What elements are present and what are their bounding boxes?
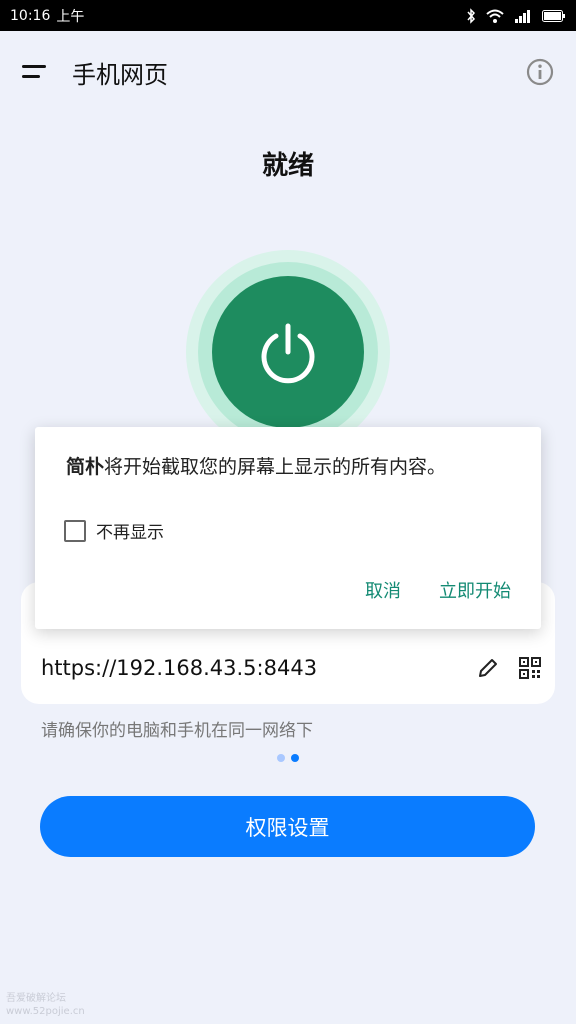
status-ampm: 上午: [56, 8, 85, 25]
page-indicator: [277, 754, 299, 762]
signal-icon: [515, 9, 530, 23]
server-url: https://192.168.43.5:8443: [41, 656, 318, 680]
dialog-message: 简朴将开始截取您的屏幕上显示的所有内容。: [66, 452, 446, 479]
screen-capture-dialog: 简朴将开始截取您的屏幕上显示的所有内容。 不再显示 取消 立即开始: [35, 427, 541, 629]
watermark: 吾爱破解论坛 www.52pojie.cn: [6, 992, 85, 1018]
watermark-line-2: www.52pojie.cn: [6, 1006, 85, 1017]
power-icon: [261, 323, 315, 384]
page-dot-2[interactable]: [291, 754, 299, 762]
status-title: 就绪: [261, 151, 314, 181]
network-hint: 请确保你的电脑和手机在同一网络下: [41, 721, 313, 741]
bluetooth-icon: [467, 7, 476, 24]
status-bar: 10:16 上午: [0, 0, 576, 31]
status-icons: [466, 7, 566, 24]
power-button[interactable]: [212, 276, 364, 428]
pencil-icon[interactable]: [477, 657, 499, 679]
wifi-icon: [486, 9, 504, 23]
status-time: 10:16: [10, 7, 51, 24]
start-now-button[interactable]: 立即开始: [439, 577, 511, 603]
info-icon[interactable]: [526, 58, 554, 86]
dont-show-again-checkbox[interactable]: [64, 519, 86, 542]
menu-icon[interactable]: [22, 63, 50, 81]
permission-settings-button[interactable]: 权限设置: [40, 796, 535, 857]
dont-show-again-label: 不再显示: [96, 523, 164, 543]
page-title: 手机网页: [72, 60, 168, 89]
app-header: 手机网页: [0, 31, 576, 113]
dont-show-again-row[interactable]: 不再显示: [64, 518, 164, 543]
status-time-group: 10:16 上午: [10, 6, 84, 26]
watermark-line-1: 吾爱破解论坛: [6, 993, 66, 1004]
cancel-button[interactable]: 取消: [365, 577, 401, 603]
battery-icon: [542, 9, 565, 22]
dialog-app-name: 简朴: [66, 456, 105, 478]
dialog-message-text: 将开始截取您的屏幕上显示的所有内容。: [104, 456, 447, 478]
power-button-area: [186, 250, 390, 454]
page-dot-1[interactable]: [277, 754, 285, 762]
qr-code-icon[interactable]: [519, 657, 541, 679]
